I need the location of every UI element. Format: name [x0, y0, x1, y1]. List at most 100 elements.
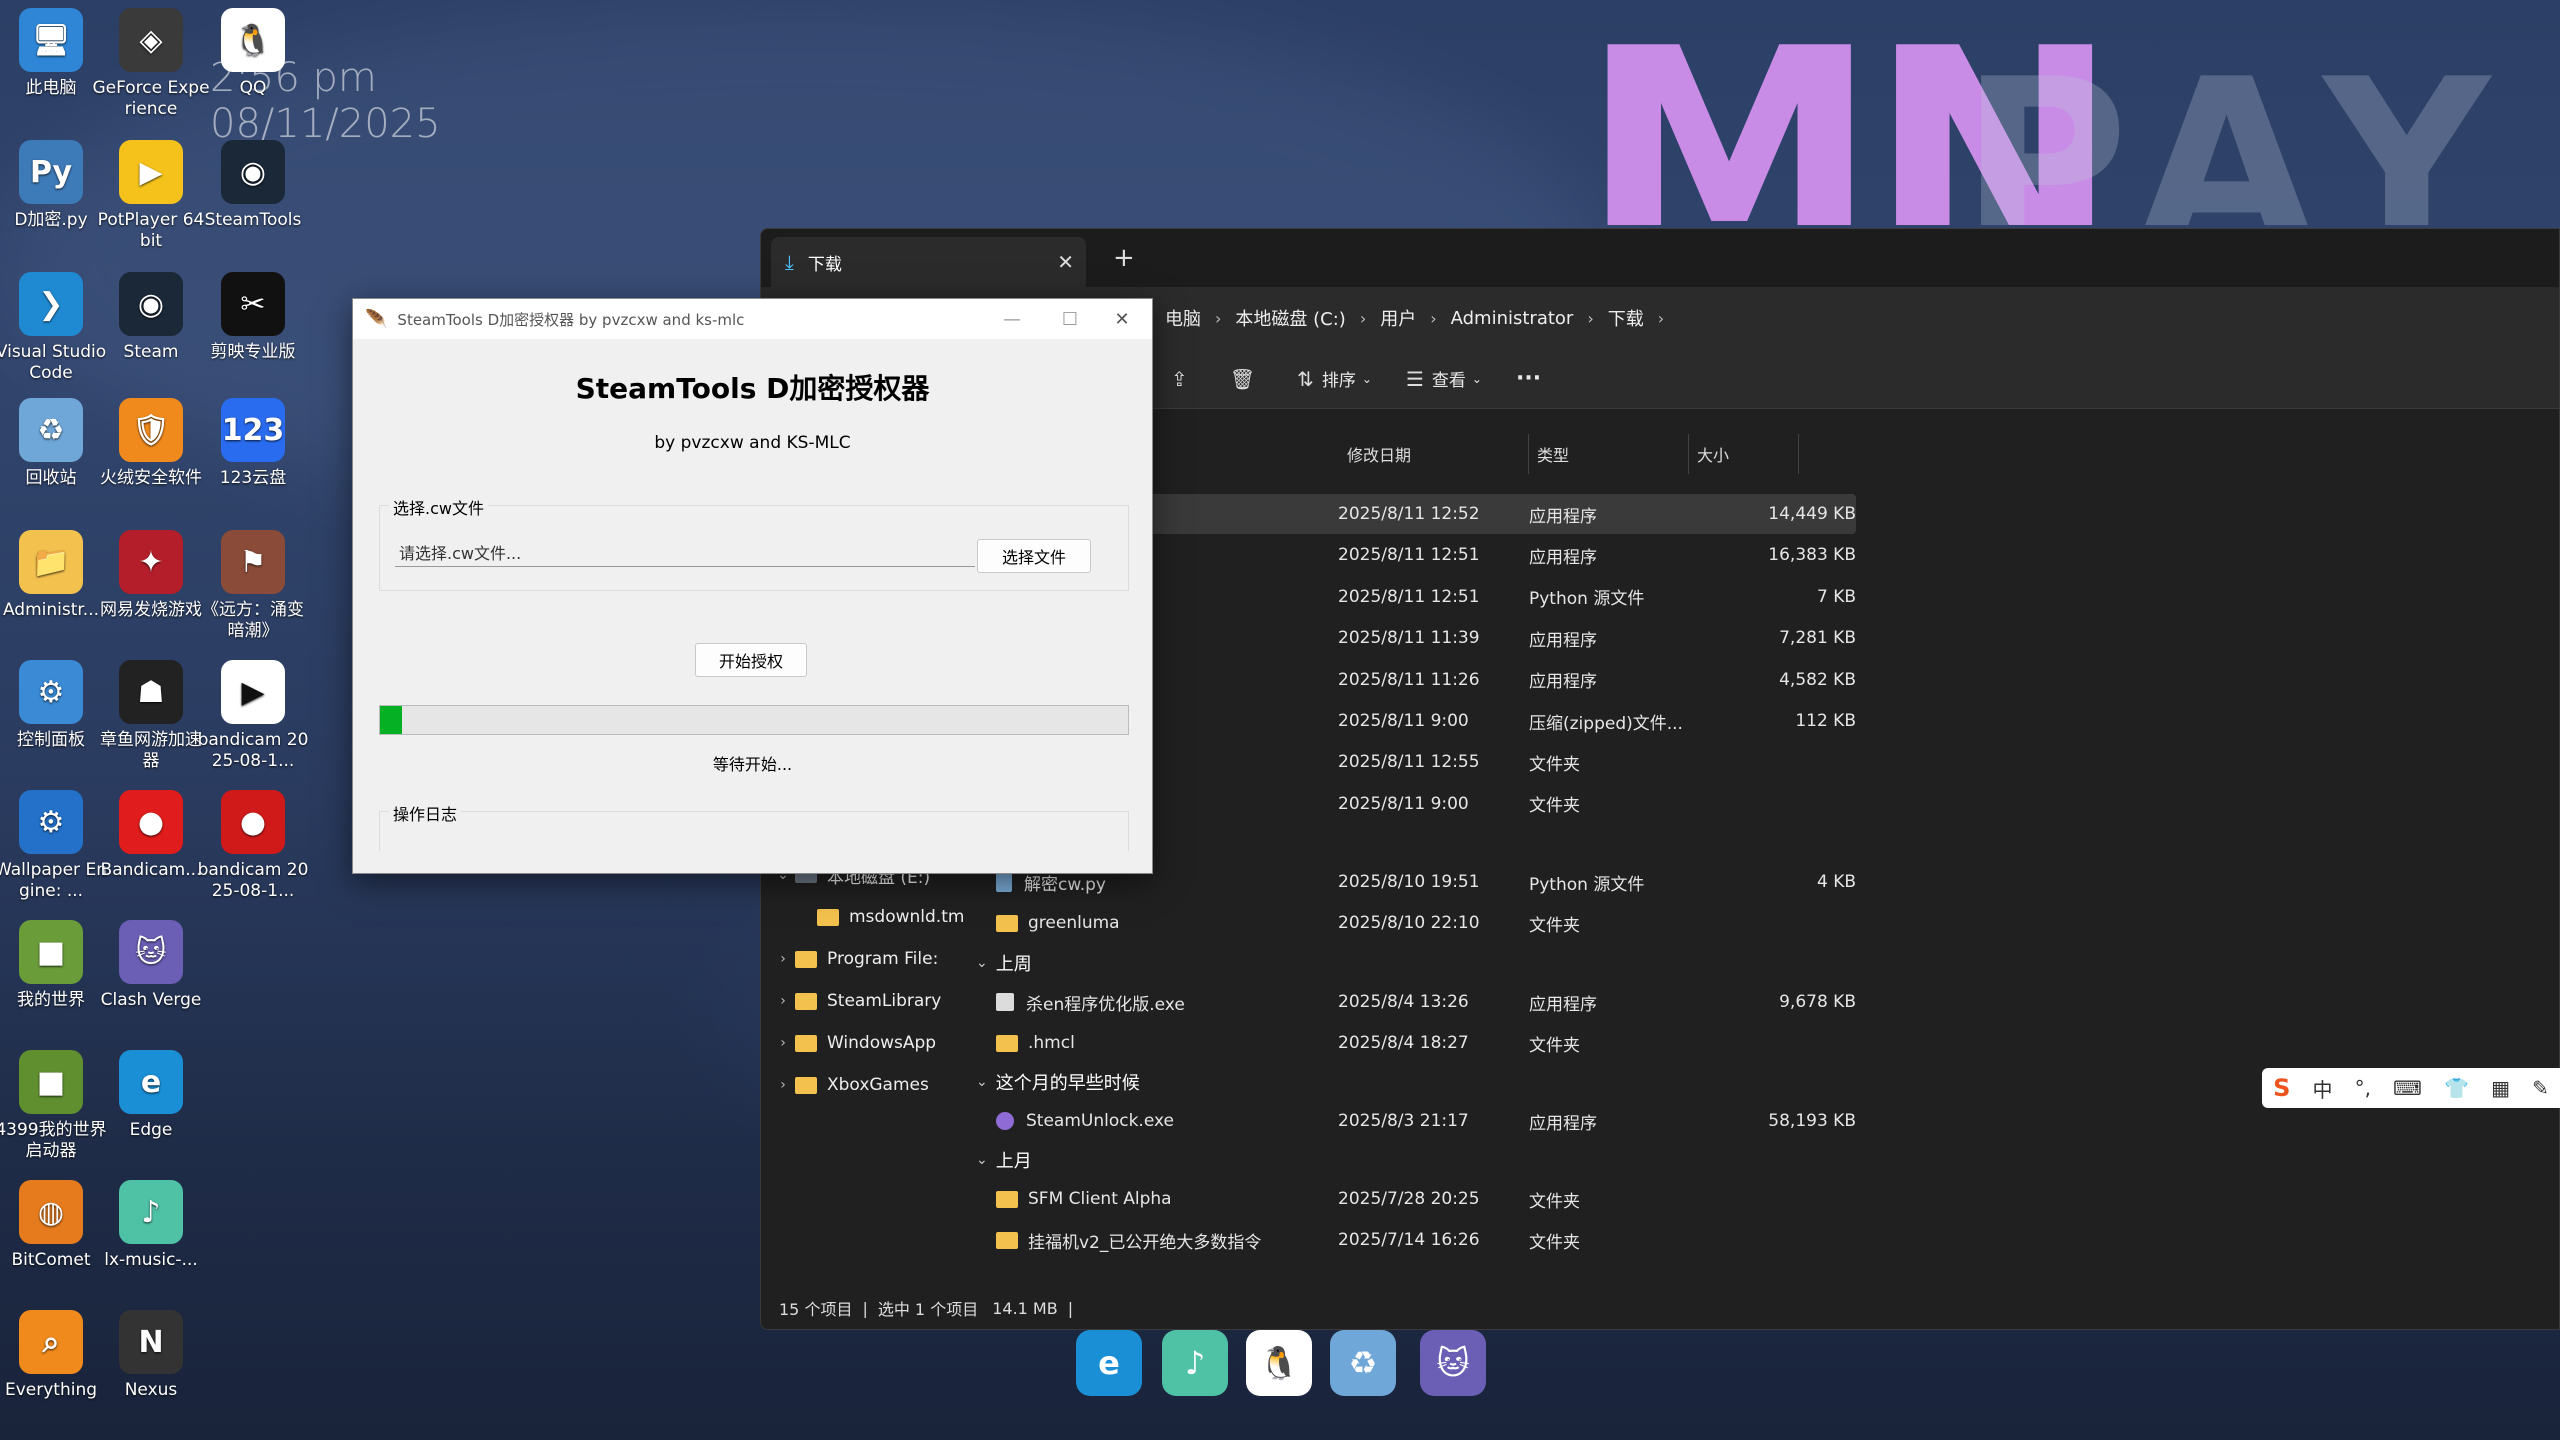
app-icon: ⚑ — [221, 530, 285, 594]
cw-file-input[interactable]: 请选择.cw文件... — [395, 537, 975, 567]
desktop-icon[interactable]: ☗ 章鱼网游加速器 — [92, 660, 210, 772]
new-tab-icon[interactable]: + — [1113, 243, 1135, 273]
view-button[interactable]: ☰ 查看 ⌄ — [1406, 366, 1482, 392]
file-date: 2025/8/11 12:51 — [1338, 586, 1480, 607]
trash-icon: 🗑 — [1229, 366, 1256, 391]
desktop-icon[interactable]: ◈ GeForce Experience — [92, 8, 210, 120]
close-icon[interactable]: ✕ — [1057, 250, 1074, 274]
breadcrumb-item[interactable]: 电脑 — [1165, 305, 1201, 331]
keyboard-icon[interactable]: ⌨ — [2393, 1076, 2422, 1100]
desktop-icon[interactable]: ● bandicam 2025-08-1... — [194, 790, 312, 902]
table-row[interactable]: 杀en程序优化版.exe 2025/8/4 13:26 应用程序 9,678 KB — [976, 982, 1856, 1022]
table-row[interactable]: .hmcl 2025/8/4 18:27 文件夹 — [976, 1023, 1856, 1063]
desktop-icon[interactable]: ▶ bandicam 2025-08-1... — [194, 660, 312, 772]
chevron-right-icon[interactable]: › — [1658, 309, 1664, 328]
file-date: 2025/7/28 20:25 — [1338, 1189, 1480, 1209]
select-file-button[interactable]: 选择文件 — [977, 539, 1091, 573]
app-icon: 123 — [221, 398, 285, 462]
steamtools-dialog[interactable]: 🪶 SteamTools D加密授权器 by pvzcxw and ks-mlc… — [352, 298, 1153, 874]
more-options-button[interactable]: ··· — [1516, 366, 1541, 391]
table-row[interactable]: SteamUnlock.exe 2025/8/3 21:17 应用程序 58,193 … — [976, 1101, 1856, 1141]
status-selected: 选中 1 个项目 — [877, 1300, 979, 1319]
desktop-icon[interactable]: ⚑ 《远方：涌变暗潮》 — [194, 530, 312, 642]
edge-taskbar-icon[interactable]: e — [1076, 1330, 1142, 1396]
exe-file-icon — [996, 993, 1014, 1011]
app-icon: 🛡 — [119, 398, 183, 462]
lx-music-taskbar-icon[interactable]: ♪ — [1162, 1330, 1228, 1396]
column-header-type[interactable]: 类型 — [1529, 434, 1689, 474]
desktop-icon[interactable]: e Edge — [92, 1050, 210, 1141]
file-type: 应用程序 — [1529, 630, 1597, 651]
app-icon: ✂ — [221, 272, 285, 336]
desktop-icon[interactable]: 🐧 QQ — [194, 8, 312, 99]
clash-verge-taskbar-icon[interactable]: 🐱 — [1420, 1330, 1486, 1396]
chevron-down-icon: ⌄ — [1361, 371, 1372, 386]
chevron-right-icon[interactable]: › — [1360, 309, 1366, 328]
file-type: 文件夹 — [1529, 1191, 1580, 1212]
app-icon: ◉ — [119, 272, 183, 336]
delete-button[interactable]: 🗑 — [1230, 367, 1263, 391]
table-row[interactable]: SFM Client Alpha 2025/7/28 20:25 文件夹 — [976, 1179, 1856, 1219]
minimize-icon[interactable]: — — [988, 299, 1036, 339]
desktop-icon[interactable]: ✂ 剪映专业版 — [194, 272, 312, 363]
group-header[interactable]: ⌄ 上周 — [976, 944, 1032, 982]
maximize-icon[interactable]: ☐ — [1046, 299, 1094, 339]
close-icon[interactable]: ✕ — [1098, 299, 1146, 339]
file-type: 文件夹 — [1529, 915, 1580, 936]
desktop-icon[interactable]: ● Bandicam... — [92, 790, 210, 881]
file-name-cell: SteamUnlock.exe — [996, 1101, 1326, 1141]
desktop-icon-label: 章鱼网游加速器 — [100, 730, 202, 771]
chevron-right-icon[interactable]: › — [1215, 309, 1221, 328]
skin-icon[interactable]: 👕 — [2444, 1076, 2469, 1100]
table-row[interactable]: greenluma 2025/8/10 22:10 文件夹 — [976, 903, 1856, 943]
dialog-titlebar[interactable]: 🪶 SteamTools D加密授权器 by pvzcxw and ks-mlc… — [353, 299, 1152, 339]
chevron-right-icon[interactable]: › — [1430, 309, 1436, 328]
desktop-icon[interactable]: N Nexus — [92, 1310, 210, 1401]
breadcrumb-item[interactable]: 用户 — [1380, 305, 1416, 331]
explorer-tab-downloads[interactable]: ⤓ 下载 ✕ — [771, 237, 1086, 287]
breadcrumb-item[interactable]: 本地磁盘 (C:) — [1235, 305, 1345, 331]
explorer-tab-bar: ⤓ 下载 ✕ + — [761, 229, 2559, 287]
status-separator: | — [1067, 1298, 1074, 1318]
file-name-cell: 挂福机v2_已公开绝大多数指令 — [996, 1220, 1326, 1260]
status-size: 14.1 MB — [992, 1298, 1058, 1318]
desktop-icon[interactable]: ♪ lx-music-... — [92, 1180, 210, 1271]
group-header[interactable]: ⌄ 这个月的早些时候 — [976, 1063, 1140, 1101]
start-authorize-button[interactable]: 开始授权 — [695, 643, 807, 677]
chevron-down-icon[interactable]: ⌄ — [976, 1074, 988, 1090]
desktop-icon[interactable]: 123 123云盘 — [194, 398, 312, 489]
ime-language-toggle[interactable]: 中 — [2312, 1074, 2332, 1103]
breadcrumb-item[interactable]: 下载 — [1608, 305, 1644, 331]
app-icon: ■ — [19, 920, 83, 984]
desktop-icon[interactable]: ◉ SteamTools — [194, 140, 312, 231]
qq-taskbar-icon[interactable]: 🐧 — [1246, 1330, 1312, 1396]
ime-punctuation-icon[interactable]: °, — [2355, 1076, 2371, 1100]
sort-button[interactable]: ⇅ 排序 ⌄ — [1297, 366, 1372, 392]
tool-icon[interactable]: ✎ — [2532, 1076, 2549, 1100]
desktop-icon-label: 剪映专业版 — [210, 342, 296, 362]
ime-toolbar[interactable]: S 中 °, ⌨ 👕 ▦ ✎ — [2262, 1068, 2560, 1108]
column-header-date[interactable]: 修改日期 — [1339, 434, 1529, 474]
file-name: SteamUnlock.exe — [1026, 1111, 1174, 1131]
recycle-bin-taskbar-icon[interactable]: ♻ — [1330, 1330, 1396, 1396]
chevron-right-icon[interactable]: › — [1587, 309, 1593, 328]
chevron-down-icon[interactable]: ⌄ — [976, 1152, 988, 1168]
app-icon: 🐱 — [119, 920, 183, 984]
column-header-size[interactable]: 大小 — [1689, 434, 1799, 474]
group-header[interactable]: ⌄ 上月 — [976, 1141, 1032, 1179]
share-button[interactable]: ⇪ — [1171, 367, 1196, 391]
desktop-icon[interactable]: 🛡 火绒安全软件 — [92, 398, 210, 489]
desktop-icon[interactable]: ▶ PotPlayer 64 bit — [92, 140, 210, 252]
chevron-down-icon[interactable]: ⌄ — [976, 955, 988, 971]
grid-icon[interactable]: ▦ — [2491, 1076, 2510, 1100]
sogou-logo-icon[interactable]: S — [2273, 1074, 2290, 1102]
breadcrumb-item[interactable]: Administrator — [1451, 308, 1574, 329]
desktop-icon[interactable]: ✦ 网易发烧游戏 — [92, 530, 210, 621]
file-date: 2025/8/3 21:17 — [1338, 1111, 1469, 1131]
file-date: 2025/8/11 9:00 — [1338, 711, 1469, 731]
desktop-icon[interactable]: ◉ Steam — [92, 272, 210, 363]
column-date-label: 修改日期 — [1347, 446, 1412, 465]
desktop-icon[interactable]: 🐱 Clash Verge — [92, 920, 210, 1011]
table-row[interactable]: 挂福机v2_已公开绝大多数指令 2025/7/14 16:26 文件夹 — [976, 1220, 1856, 1260]
more-label: ··· — [1515, 366, 1542, 391]
